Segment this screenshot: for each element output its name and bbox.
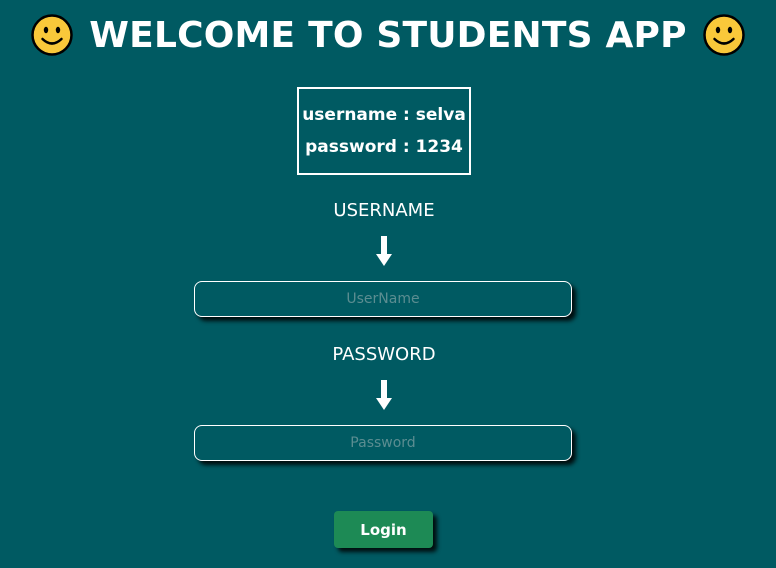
credentials-username-text: username : selva — [302, 105, 466, 125]
smiley-face-icon — [31, 14, 73, 56]
smiley-face-icon — [702, 14, 745, 56]
password-input[interactable] — [194, 425, 572, 461]
header: WELCOME TO STUDENTS APP — [0, 10, 776, 60]
credentials-hint-box: username : selva password : 1234 — [297, 87, 471, 175]
down-arrow-icon — [376, 236, 392, 266]
username-input[interactable] — [194, 281, 572, 317]
login-button[interactable]: Login — [334, 511, 433, 548]
password-label: PASSWORD — [332, 344, 436, 365]
username-label: USERNAME — [333, 200, 435, 221]
credentials-password-text: password : 1234 — [305, 137, 463, 157]
down-arrow-icon — [376, 380, 392, 410]
page-title: WELCOME TO STUDENTS APP — [89, 14, 687, 56]
